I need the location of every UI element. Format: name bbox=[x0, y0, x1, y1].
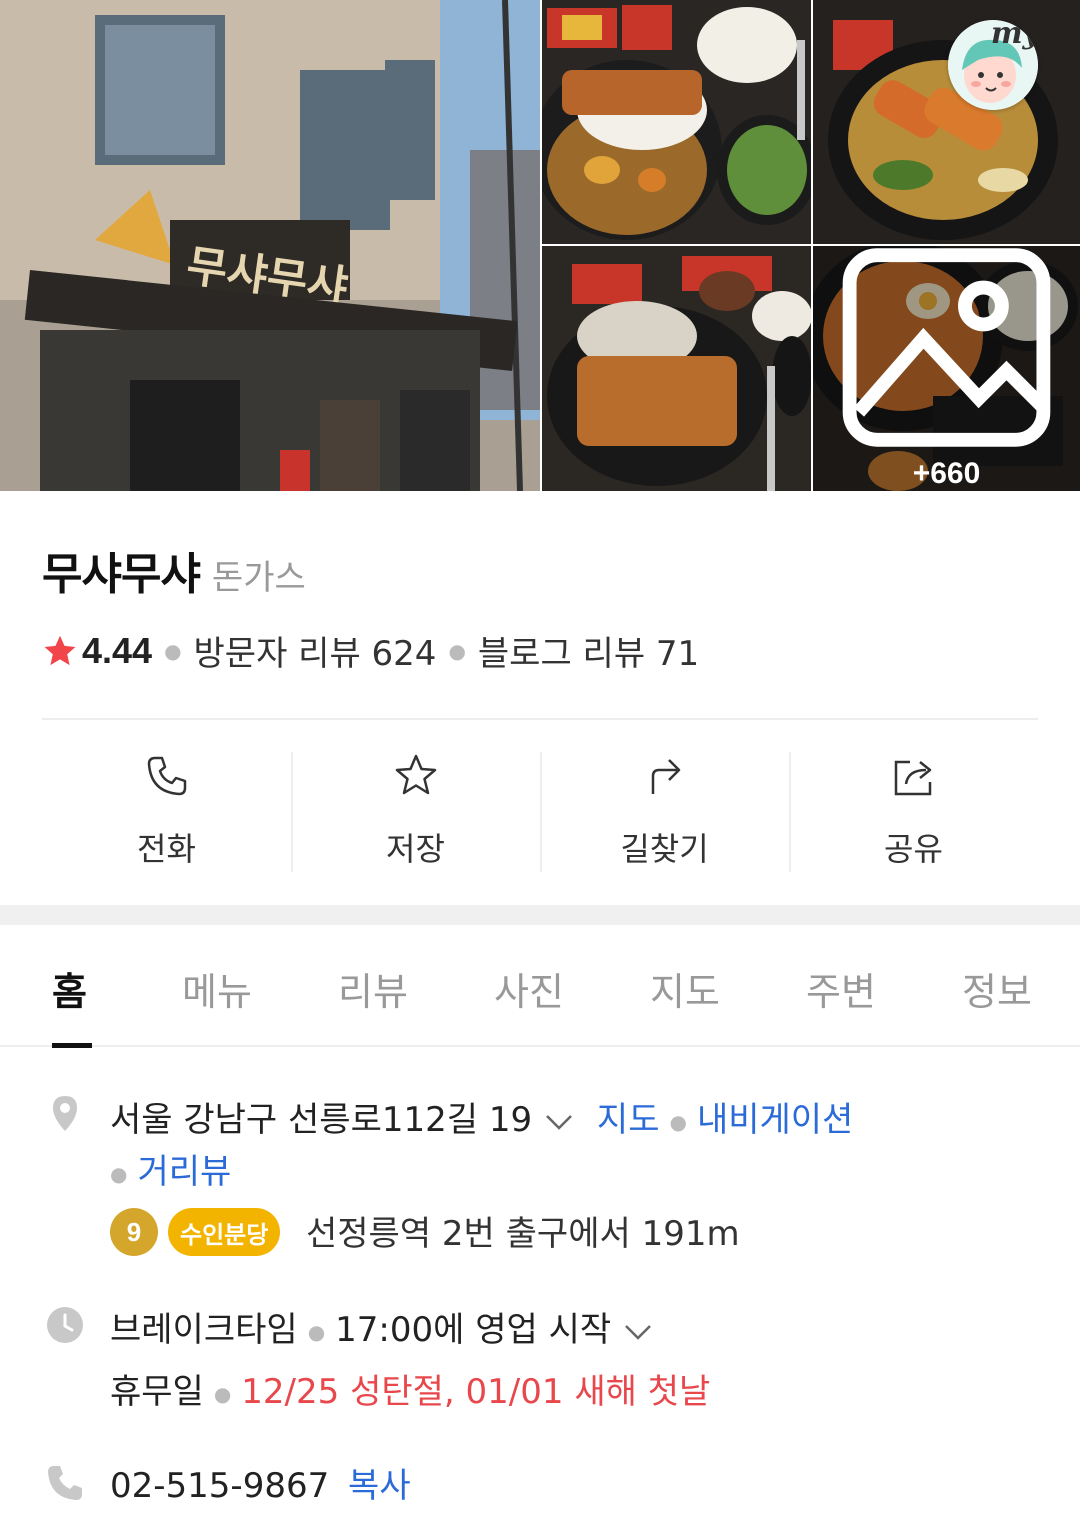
location-pin-icon bbox=[53, 1096, 77, 1131]
separator-dot: ● bbox=[213, 1381, 232, 1406]
call-button[interactable]: 전화 bbox=[42, 752, 291, 872]
phone-icon bbox=[48, 1466, 82, 1500]
ramen-photo[interactable]: +660 bbox=[813, 246, 1080, 491]
image-icon bbox=[842, 248, 1051, 447]
photo-gallery: 무샤무샤 my +660 bbox=[0, 0, 1080, 491]
business-status: 브레이크타임 bbox=[110, 1310, 298, 1350]
chevron-down-icon[interactable] bbox=[544, 1112, 574, 1132]
action-bar: 전화 저장 길찾기 공유 bbox=[42, 752, 1038, 872]
closed-days-label: 휴무일 bbox=[110, 1372, 204, 1412]
more-photos-count: +660 bbox=[912, 457, 981, 490]
call-label: 전화 bbox=[137, 830, 196, 868]
star-icon bbox=[44, 635, 76, 665]
my-profile-avatar[interactable]: my bbox=[948, 20, 1038, 110]
closed-days-row: 휴무일 ● 12/25 성탄절, 01/01 새해 첫날 bbox=[110, 1364, 710, 1413]
storefront-photo[interactable]: 무샤무샤 bbox=[0, 0, 540, 491]
subway-line-9-badge: 9 bbox=[110, 1208, 158, 1256]
separator-dot: ● bbox=[448, 638, 466, 663]
map-link[interactable]: 지도 bbox=[597, 1100, 660, 1140]
copy-phone-button[interactable]: 복사 bbox=[348, 1466, 411, 1506]
tab-photos[interactable]: 사진 bbox=[494, 961, 564, 1016]
phone-number[interactable]: 02-515-9867 bbox=[110, 1466, 329, 1506]
share-icon bbox=[894, 760, 931, 796]
tab-nearby[interactable]: 주변 bbox=[806, 961, 876, 1016]
share-button[interactable]: 공유 bbox=[789, 752, 1038, 872]
place-name: 무샤무샤 bbox=[42, 549, 201, 600]
rating-row: 4.44 ● 방문자 리뷰 624 ● 블로그 리뷰 71 bbox=[42, 626, 699, 675]
tab-menu[interactable]: 메뉴 bbox=[182, 961, 252, 1016]
section-gap bbox=[0, 905, 1080, 925]
separator-dot: ● bbox=[110, 1161, 128, 1186]
directions-icon bbox=[651, 759, 680, 794]
subway-line-suin-badge: 수인분당 bbox=[168, 1208, 281, 1256]
place-category: 돈가스 bbox=[211, 558, 306, 598]
station-directions: 선정릉역 2번 출구에서 191m bbox=[306, 1214, 740, 1254]
address-row: 서울 강남구 선릉로112길 19 지도 ● 내비게이션 bbox=[110, 1092, 853, 1141]
tab-home[interactable]: 홈 bbox=[52, 961, 87, 1016]
save-button[interactable]: 저장 bbox=[291, 752, 540, 872]
separator-dot: ● bbox=[307, 1319, 326, 1344]
rating-score: 4.44 bbox=[82, 629, 153, 671]
separator-dot: ● bbox=[669, 1109, 687, 1134]
more-photos-overlay[interactable]: +660 bbox=[813, 246, 1080, 491]
save-label: 저장 bbox=[386, 830, 445, 868]
star-outline-icon bbox=[395, 754, 436, 795]
hours-row: 브레이크타임 ● 17:00에 영업 시작 bbox=[110, 1302, 653, 1351]
closed-days-value: 12/25 성탄절, 01/01 새해 첫날 bbox=[241, 1372, 711, 1412]
address-text: 서울 강남구 선릉로112길 19 bbox=[110, 1100, 533, 1140]
directions-label: 길찾기 bbox=[620, 830, 709, 868]
tab-reviews[interactable]: 리뷰 bbox=[338, 961, 408, 1016]
katsu-set-photo[interactable] bbox=[542, 246, 811, 491]
street-view-row: ● 거리뷰 bbox=[110, 1144, 231, 1193]
clock-icon bbox=[47, 1307, 83, 1343]
my-label: my bbox=[990, 20, 1038, 51]
street-view-link[interactable]: 거리뷰 bbox=[137, 1152, 231, 1192]
separator-dot: ● bbox=[164, 638, 182, 663]
place-header: 무샤무샤 돈가스 bbox=[42, 538, 306, 602]
tab-info[interactable]: 정보 bbox=[962, 961, 1032, 1016]
phone-icon bbox=[147, 756, 186, 796]
hours-detail: 17:00에 영업 시작 bbox=[335, 1310, 612, 1350]
directions-button[interactable]: 길찾기 bbox=[540, 752, 789, 872]
chevron-down-icon[interactable] bbox=[623, 1322, 653, 1342]
visitor-reviews-link[interactable]: 방문자 리뷰 624 bbox=[194, 626, 437, 675]
tab-map[interactable]: 지도 bbox=[650, 961, 720, 1016]
share-label: 공유 bbox=[884, 830, 943, 868]
udon-photo[interactable]: my bbox=[813, 0, 1080, 244]
blog-reviews-link[interactable]: 블로그 리뷰 71 bbox=[478, 626, 699, 675]
divider bbox=[42, 718, 1038, 720]
navigation-link[interactable]: 내비게이션 bbox=[697, 1100, 853, 1140]
curry-katsu-photo[interactable] bbox=[542, 0, 811, 244]
phone-row: 02-515-9867 복사 bbox=[110, 1458, 411, 1507]
active-tab-indicator bbox=[52, 1043, 92, 1048]
tab-bar: 홈 메뉴 리뷰 사진 지도 주변 정보 bbox=[0, 925, 1080, 1047]
